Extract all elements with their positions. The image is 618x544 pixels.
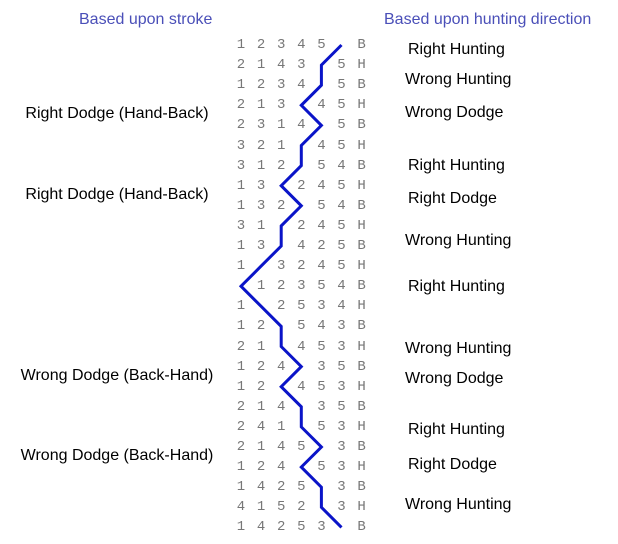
treble-path <box>238 43 343 529</box>
treble-path-svg <box>238 43 343 529</box>
